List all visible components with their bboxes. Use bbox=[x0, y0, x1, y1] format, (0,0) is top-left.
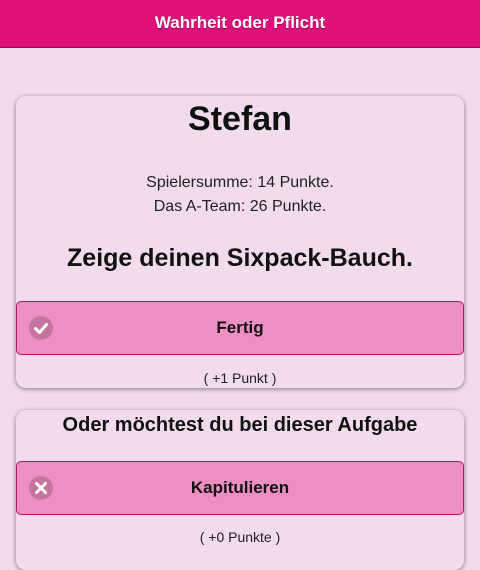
surrender-points: ( +0 Punkte ) bbox=[199, 529, 281, 545]
team-score: Das A-Team: 26 Punkte. bbox=[153, 198, 327, 215]
check-icon bbox=[29, 316, 53, 340]
done-button[interactable]: Fertig bbox=[16, 301, 464, 355]
turn-card: Stefan Spielersumme: 14 Punkte. Das A-Te… bbox=[16, 96, 464, 388]
done-points: ( +1 Punkt ) bbox=[203, 370, 277, 386]
task-text: Zeige deinen Sixpack-Bauch. bbox=[67, 244, 413, 272]
app-header: Wahrheit oder Pflicht bbox=[0, 0, 480, 48]
player-name: Stefan bbox=[188, 100, 292, 138]
app-title: Wahrheit oder Pflicht bbox=[154, 13, 326, 32]
surrender-button-label: Kapitulieren bbox=[190, 478, 290, 497]
surrender-question: Oder möchtest du bei dieser Aufgabe bbox=[62, 414, 418, 436]
done-button-label: Fertig bbox=[216, 318, 264, 337]
surrender-button[interactable]: Kapitulieren bbox=[16, 461, 464, 515]
surrender-card: Oder möchtest du bei dieser Aufgabe Kapi… bbox=[16, 410, 464, 570]
player-score: Spielersumme: 14 Punkte. bbox=[146, 174, 334, 191]
close-icon bbox=[29, 476, 53, 500]
